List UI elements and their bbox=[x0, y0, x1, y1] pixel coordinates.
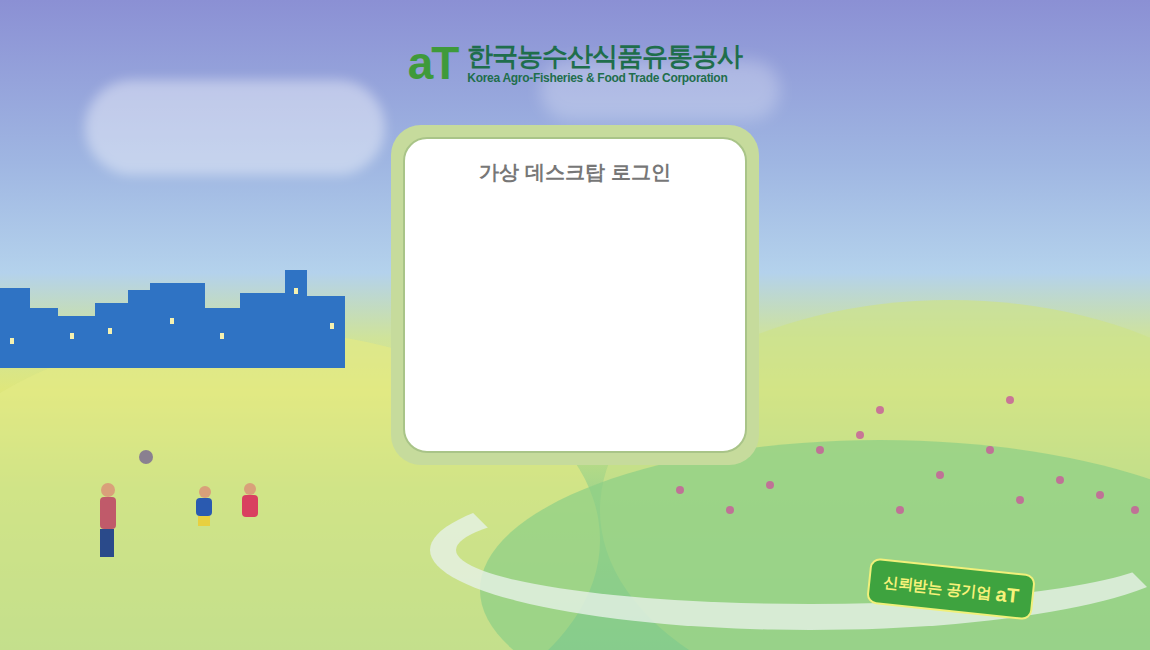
city-icon bbox=[0, 268, 350, 368]
logo-mark: aT bbox=[408, 40, 458, 86]
background: aT 한국농수산식품유통공사 Korea Agro-Fisheries & Fo… bbox=[0, 0, 1150, 650]
company-name: 한국농수산식품유통공사 bbox=[467, 43, 742, 69]
slogan-text: 신뢰받는 공기업 bbox=[882, 571, 993, 605]
logo-text: 한국농수산식품유통공사 Korea Agro-Fisheries & Food … bbox=[467, 43, 742, 84]
cloud bbox=[540, 60, 780, 120]
slogan-mark: aT bbox=[994, 579, 1020, 611]
login-panel: 가상 데스크탑 로그인 bbox=[403, 137, 747, 453]
login-title: 가상 데스크탑 로그인 bbox=[479, 157, 670, 187]
path bbox=[430, 470, 1150, 630]
people-icon bbox=[90, 445, 280, 565]
logo: aT 한국농수산식품유통공사 Korea Agro-Fisheries & Fo… bbox=[408, 38, 743, 88]
company-english-name: Korea Agro-Fisheries & Food Trade Corpor… bbox=[467, 72, 742, 84]
content: aT 한국농수산식품유통공사 Korea Agro-Fisheries & Fo… bbox=[0, 0, 1150, 465]
cloud bbox=[85, 80, 385, 175]
login-card: 가상 데스크탑 로그인 bbox=[391, 125, 759, 465]
